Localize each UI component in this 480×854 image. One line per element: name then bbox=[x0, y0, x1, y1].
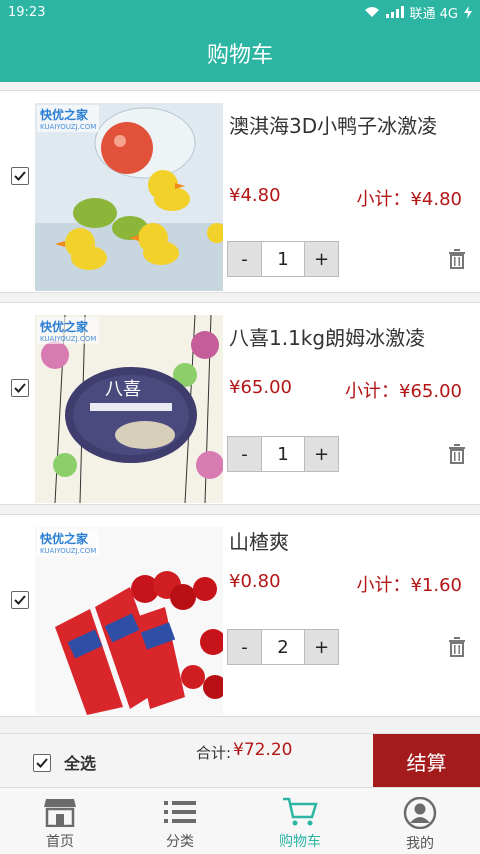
item-name[interactable]: 澳淇海3D小鸭子冰激凌 bbox=[229, 107, 449, 145]
total-label: 合计: bbox=[196, 744, 232, 762]
checkmark-icon bbox=[14, 595, 26, 605]
battery-charging-icon bbox=[464, 5, 472, 19]
quantity-stepper: - 1 + bbox=[227, 436, 339, 472]
decrease-button[interactable]: - bbox=[228, 242, 261, 276]
tab-category[interactable]: 分类 bbox=[120, 788, 240, 854]
page-title: 购物车 bbox=[206, 43, 273, 68]
svg-text:八喜: 八喜 bbox=[105, 379, 141, 400]
item-subtotal: 小计：¥1.60 bbox=[356, 575, 462, 596]
tab-profile[interactable]: 我的 bbox=[360, 788, 480, 854]
checkout-bar: 全选 合计: ¥72.20 结算 bbox=[0, 733, 480, 788]
increase-button[interactable]: + bbox=[305, 630, 338, 664]
checkmark-icon bbox=[14, 171, 26, 181]
store-icon bbox=[44, 799, 76, 827]
product-image[interactable]: 八喜 快优之家 KUAIYOUZJ.COM bbox=[35, 315, 223, 503]
quantity-stepper: - 2 + bbox=[227, 629, 339, 665]
item-price: ¥0.80 bbox=[229, 571, 281, 592]
status-time: 19:23 bbox=[8, 4, 46, 20]
checkmark-icon bbox=[36, 758, 48, 768]
increase-button[interactable]: + bbox=[305, 242, 338, 276]
item-name[interactable]: 八喜1.1kg朗姆冰激凌 bbox=[229, 319, 449, 357]
select-all-label[interactable]: 全选 bbox=[64, 750, 96, 774]
decrease-button[interactable]: - bbox=[228, 630, 261, 664]
list-icon bbox=[164, 801, 196, 823]
item-subtotal: 小计：¥4.80 bbox=[356, 189, 462, 210]
bottom-tab-bar: 首页 分类 购物车 我的 bbox=[0, 787, 480, 854]
cart-item: 快优之家 KUAIYOUZJ.COM 山楂爽 ¥0.80 小计：¥1.60 - 2… bbox=[0, 514, 480, 717]
product-image[interactable]: 快优之家 KUAIYOUZJ.COM bbox=[35, 103, 223, 291]
trash-icon[interactable] bbox=[448, 637, 466, 657]
item-price: ¥65.00 bbox=[229, 377, 292, 398]
decrease-button[interactable]: - bbox=[228, 437, 261, 471]
item-price: ¥4.80 bbox=[229, 185, 281, 206]
cart-item: 八喜 快优之家 KUAIYOUZJ.COM 八喜1.1kg朗姆冰激凌 ¥65.00… bbox=[0, 302, 480, 505]
quantity-value[interactable]: 1 bbox=[261, 242, 305, 276]
increase-button[interactable]: + bbox=[305, 437, 338, 471]
carrier-label: 联通 4G bbox=[409, 6, 458, 22]
item-checkbox[interactable] bbox=[11, 379, 29, 397]
quantity-value[interactable]: 1 bbox=[261, 437, 305, 471]
cart-item: 快优之家 KUAIYOUZJ.COM 澳淇海3D小鸭子冰激凌 ¥4.80 小计：¥… bbox=[0, 90, 480, 293]
watermark-logo: 快优之家 KUAIYOUZJ.COM bbox=[37, 105, 100, 132]
select-all-checkbox[interactable] bbox=[33, 754, 51, 772]
status-bar: 19:23 联通 4G bbox=[0, 0, 480, 24]
tab-label: 我的 bbox=[406, 836, 434, 852]
tab-label: 首页 bbox=[46, 834, 74, 850]
signal-icon bbox=[385, 6, 404, 18]
tab-home[interactable]: 首页 bbox=[0, 788, 120, 854]
wifi-icon bbox=[364, 7, 379, 17]
checkmark-icon bbox=[14, 383, 26, 393]
quantity-stepper: - 1 + bbox=[227, 241, 339, 277]
cart-icon bbox=[283, 797, 318, 826]
watermark-logo: 快优之家 KUAIYOUZJ.COM bbox=[37, 529, 100, 556]
trash-icon[interactable] bbox=[448, 444, 466, 464]
item-subtotal: 小计：¥65.00 bbox=[345, 381, 462, 402]
tab-label: 分类 bbox=[166, 834, 194, 850]
tab-cart[interactable]: 购物车 bbox=[240, 788, 360, 854]
product-image[interactable]: 快优之家 KUAIYOUZJ.COM bbox=[35, 527, 223, 715]
checkout-button[interactable]: 结算 bbox=[373, 734, 480, 788]
user-icon bbox=[403, 797, 437, 829]
quantity-value[interactable]: 2 bbox=[261, 630, 305, 664]
total-amount: ¥72.20 bbox=[233, 740, 293, 760]
item-checkbox[interactable] bbox=[11, 167, 29, 185]
item-name[interactable]: 山楂爽 bbox=[229, 523, 449, 561]
page-title-bar: 购物车 bbox=[0, 24, 480, 82]
tab-label: 购物车 bbox=[279, 834, 321, 850]
watermark-logo: 快优之家 KUAIYOUZJ.COM bbox=[37, 317, 100, 344]
item-checkbox[interactable] bbox=[11, 591, 29, 609]
cart-list: 快优之家 KUAIYOUZJ.COM 澳淇海3D小鸭子冰激凌 ¥4.80 小计：¥… bbox=[0, 90, 480, 726]
trash-icon[interactable] bbox=[448, 249, 466, 269]
